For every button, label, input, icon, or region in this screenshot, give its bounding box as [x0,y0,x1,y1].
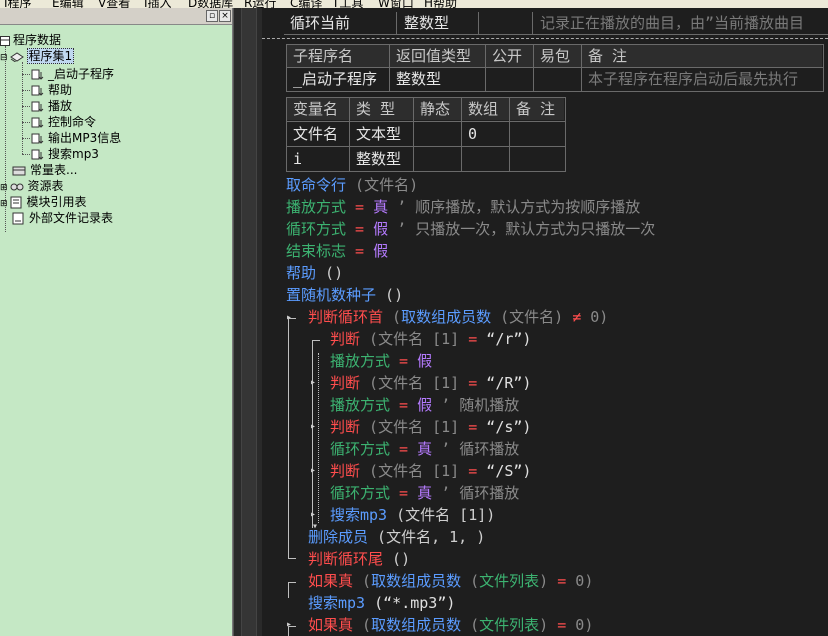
sub-name-cell[interactable]: _启动子程序 [287,68,389,90]
project-tree-panel: ▫ × 程序数据 ⊟ 程序集1 _启动子程序 帮助 播放 控制命令 输出MP3信息… [0,8,233,636]
code-line[interactable]: 置随机数种子 () [286,284,403,306]
subroutine-icon [31,101,44,112]
tree-constants[interactable]: 常量表... [12,162,77,178]
var-header-name: 变量名 [287,98,349,120]
subroutine-icon [31,149,44,160]
tree-sub-label: _启动子程序 [48,67,115,81]
code-editor[interactable]: 循环当前 整数型 记录正在播放的曲目，由”当前播放曲目 子程序名 返回值类型 公… [262,8,828,636]
collapse-icon[interactable]: ⊟ [0,53,8,63]
code-line[interactable]: 如果真 (取数组成员数 (文件列表) = 0) [308,570,593,592]
close-icon[interactable]: × [219,10,231,22]
tree-external-files[interactable]: 外部文件记录表 [12,210,113,226]
code-line[interactable]: 搜索mp3 (“*.mp3”) [308,592,455,614]
sub-header-name: 子程序名 [287,45,389,67]
code-line[interactable]: 判断 (文件名 [1] = “/r”) [330,328,531,350]
restore-icon[interactable]: ▫ [206,10,218,22]
code-line[interactable]: 搜索mp3 (文件名 [1]) [330,504,495,526]
tree-sub-startup[interactable]: _启动子程序 [31,66,114,82]
file-icon [12,212,24,225]
tree-item-label: 模块引用表 [26,195,87,209]
code-line[interactable]: 判断 (文件名 [1] = “/s”) [330,416,531,438]
var-name-cell[interactable]: i [287,148,349,170]
sub-header-ebao: 易包 [534,45,581,67]
tree-sub-control[interactable]: 控制命令 [31,114,96,130]
tree-root-label: 程序数据 [13,33,62,47]
tree-sub-label: 播放 [48,99,73,113]
subroutine-icon [31,133,44,144]
var-header-type: 类 型 [350,98,413,120]
subroutine-icon [31,117,44,128]
code-line[interactable]: 删除成员 (文件名, 1, ) [308,526,485,548]
code-line[interactable]: 判断循环尾 () [308,548,410,570]
code-line[interactable]: 播放方式 = 真 ’ 顺序播放，默认方式为按顺序播放 [286,196,640,218]
tree-modules[interactable]: ⊞ 模块引用表 [0,194,87,210]
global-var-note[interactable]: 记录正在播放的曲目，由”当前播放曲目 [534,12,828,34]
module-icon [10,196,22,209]
code-line[interactable]: 循环方式 = 假 ’ 只播放一次，默认方式为只播放一次 [286,218,655,240]
code-line[interactable]: 如果真 (取数组成员数 (文件列表) = 0) [308,614,593,636]
var-header-note: 备 注 [510,98,564,120]
tree-assembly-label: 程序集1 [26,48,75,64]
sub-return-cell[interactable]: 整数型 [390,68,485,90]
code-line[interactable]: 判断 (文件名 [1] = “/R”) [330,372,531,394]
database-icon [0,35,10,46]
var-header-static: 静态 [414,98,461,120]
assembly-icon [9,52,24,62]
tree-item-label: 常量表... [30,163,78,177]
tree-sub-play[interactable]: 播放 [31,98,72,114]
panel-titlebar: ▫ × [0,8,232,25]
var-name-cell[interactable]: 文件名 [287,123,349,145]
var-header-array: 数组 [462,98,509,120]
var-type-cell[interactable]: 整数型 [350,148,413,170]
code-line[interactable]: 播放方式 = 假 [330,350,432,372]
tree-sub-label: 帮助 [48,83,73,97]
sub-note-cell[interactable]: 本子程序在程序启动后最先执行 [582,68,822,90]
subroutine-icon [31,69,44,80]
tree-resources[interactable]: ⊞ 资源表 [0,178,64,194]
constant-table-icon [12,166,26,175]
code-line[interactable]: 循环方式 = 真 ’ 循环播放 [330,482,519,504]
sub-header-public: 公开 [486,45,533,67]
code-line[interactable]: 帮助 () [286,262,343,284]
code-line[interactable]: 判断循环首 (取数组成员数 (文件名) ≠ 0) [308,306,608,328]
sub-header-return: 返回值类型 [390,45,485,67]
tree-sub-mp3info[interactable]: 输出MP3信息 [31,130,121,146]
var-type-cell[interactable]: 文本型 [350,123,413,145]
tree-sub-label: 搜索mp3 [48,147,99,161]
tree-sub-help[interactable]: 帮助 [31,82,72,98]
tree-sub-label: 输出MP3信息 [48,131,122,145]
tree-root[interactable]: 程序数据 [0,32,61,48]
tree-sub-label: 控制命令 [48,115,97,129]
expand-icon[interactable]: ⊞ [0,199,8,209]
code-line[interactable]: 判断 (文件名 [1] = “/S”) [330,460,531,482]
code-line[interactable]: 结束标志 = 假 [286,240,388,262]
resource-icon [10,183,24,190]
code-line[interactable]: 循环方式 = 真 ’ 循环播放 [330,438,519,460]
tree-sub-search[interactable]: 搜索mp3 [31,146,99,162]
var-array-cell[interactable]: 0 [462,123,509,145]
expand-icon[interactable]: ⊞ [0,183,8,193]
global-var-name[interactable]: 循环当前 [284,12,396,34]
global-var-type[interactable]: 整数型 [398,12,478,34]
sub-header-note: 备 注 [582,45,822,67]
subroutine-icon [31,85,44,96]
tree-assembly[interactable]: ⊟ 程序集1 [0,48,75,64]
code-line[interactable]: 取命令行 (文件名) [286,174,418,196]
tree-item-label: 资源表 [27,179,64,193]
tree-item-label: 外部文件记录表 [29,211,114,225]
code-line[interactable]: 播放方式 = 假 ’ 随机播放 [330,394,519,416]
panel-splitter[interactable] [233,8,262,636]
